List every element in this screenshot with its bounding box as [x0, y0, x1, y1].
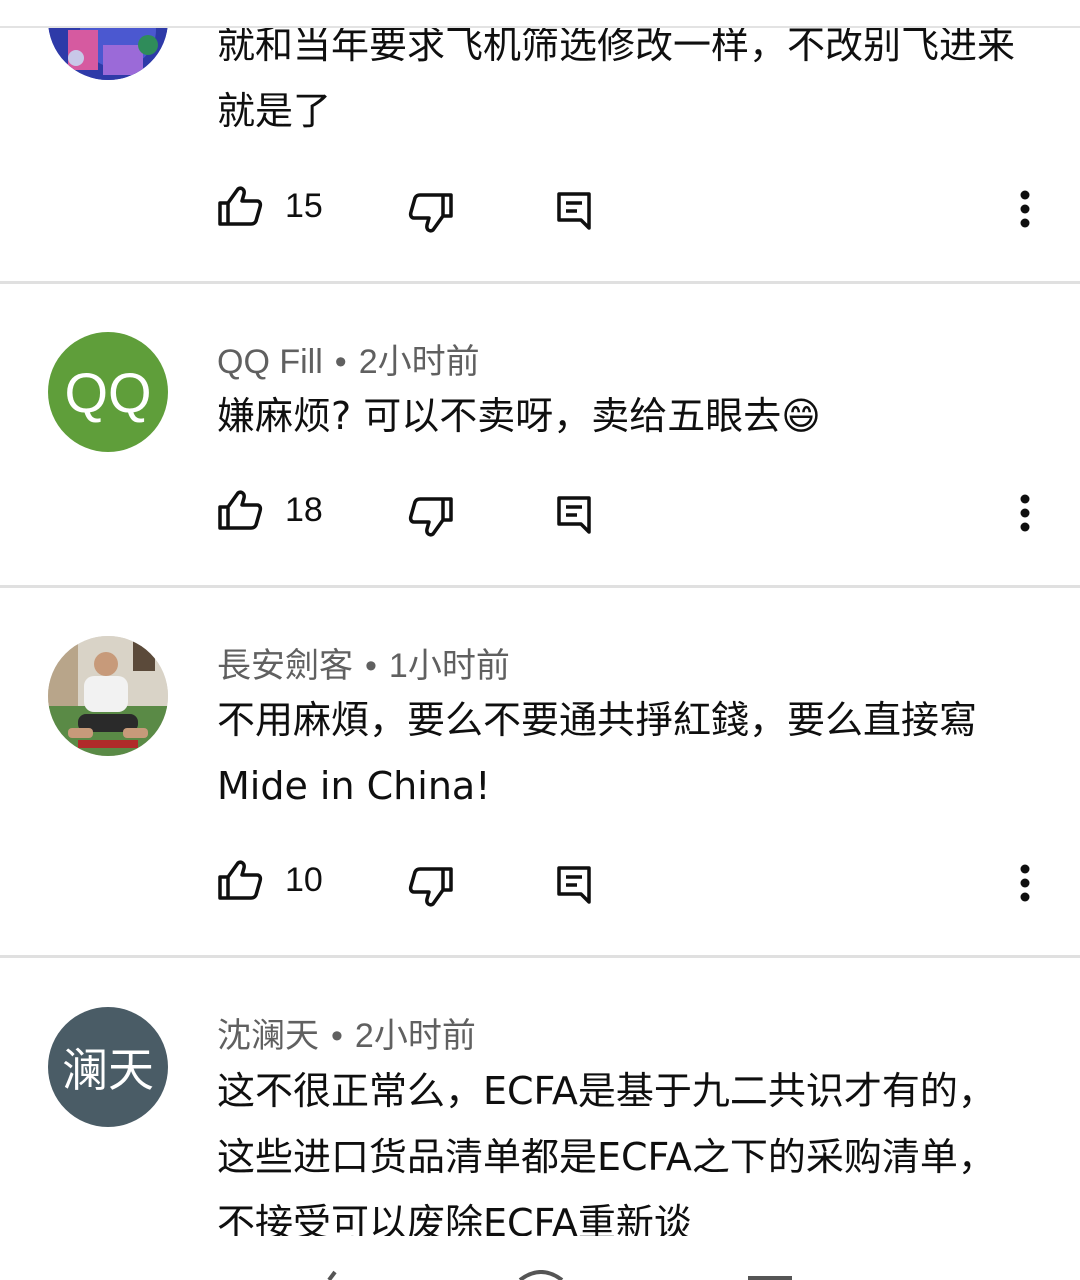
like-count: 15 — [285, 186, 323, 225]
avatar-initials: QQ — [64, 360, 152, 424]
reply-button[interactable] — [555, 176, 595, 236]
comment-actions: 15 — [0, 176, 1080, 236]
comment-meta: 長安劍客 • 1小时前 — [217, 638, 510, 687]
more-options-button[interactable] — [1010, 850, 1040, 910]
comment-text: 这不很正常么，ECFA是基于九二共识才有的，这些进口货品清单都是ECFA之下的采… — [217, 1069, 996, 1245]
comment-author[interactable]: 長安劍客 — [217, 647, 353, 685]
thumb-up-outline-icon — [218, 490, 263, 530]
comment-author[interactable]: 沈澜天 — [217, 1017, 319, 1055]
like-button[interactable]: 10 — [217, 850, 323, 910]
thumb-down-outline-icon — [408, 193, 453, 233]
comment-meta: QQ Fill • 2小时前 — [217, 334, 480, 383]
comment-divider — [0, 955, 1080, 958]
like-count: 18 — [285, 490, 323, 529]
reply-comment-icon — [557, 496, 591, 534]
more-vertical-icon — [1020, 190, 1030, 228]
comment-time: 1小时前 — [388, 647, 510, 685]
comment-actions: 10 — [0, 850, 1080, 910]
comment-author[interactable]: QQ Fill — [217, 343, 323, 381]
avatar-photo — [48, 636, 168, 756]
dislike-button[interactable] — [408, 176, 454, 236]
more-options-button[interactable] — [1010, 480, 1040, 540]
avatar-initials: 澜天 — [62, 1043, 154, 1097]
comment-divider — [0, 281, 1080, 284]
reply-comment-icon — [557, 866, 591, 904]
reply-button[interactable] — [555, 850, 595, 910]
thumb-down-outline-icon — [408, 867, 453, 907]
avatar[interactable]: 澜天 — [48, 1007, 168, 1127]
comment-time: 2小时前 — [358, 343, 480, 381]
meta-separator: • — [365, 647, 377, 685]
top-bar-edge — [0, 0, 1080, 28]
comment-actions: 18 — [0, 480, 1080, 540]
comment-time: 2小时前 — [354, 1017, 476, 1055]
more-options-button[interactable] — [1010, 176, 1040, 236]
like-count: 10 — [285, 860, 323, 899]
thumb-up-outline-icon — [218, 860, 263, 900]
reply-comment-icon — [557, 192, 591, 230]
thumb-down-outline-icon — [408, 497, 453, 537]
avatar[interactable]: QQ — [48, 332, 168, 452]
comment-text: 不用麻煩，要么不要通共掙紅錢，要么直接寫Mide in China! — [217, 698, 978, 808]
comment-text: 就和当年要求飞机筛选修改一样，不改别飞进来就是了 — [217, 23, 1016, 133]
comment-text: 嫌麻烦? 可以不卖呀，卖给五眼去😄 — [217, 394, 821, 438]
thumb-up-outline-icon — [218, 186, 263, 226]
like-button[interactable]: 15 — [217, 176, 323, 236]
more-vertical-icon — [1020, 494, 1030, 532]
meta-separator: • — [331, 1017, 343, 1055]
meta-separator: • — [334, 343, 347, 381]
dislike-button[interactable] — [408, 850, 454, 910]
home-nav-icon[interactable] — [518, 1270, 564, 1280]
comment-meta: 沈澜天 • 2小时前 — [217, 1008, 476, 1057]
more-vertical-icon — [1020, 864, 1030, 902]
avatar[interactable] — [48, 636, 168, 756]
comment-divider — [0, 585, 1080, 588]
dislike-button[interactable] — [408, 480, 454, 540]
recents-nav-icon[interactable] — [748, 1270, 794, 1280]
like-button[interactable]: 18 — [217, 480, 323, 540]
reply-button[interactable] — [555, 480, 595, 540]
back-nav-icon[interactable] — [305, 1270, 351, 1280]
